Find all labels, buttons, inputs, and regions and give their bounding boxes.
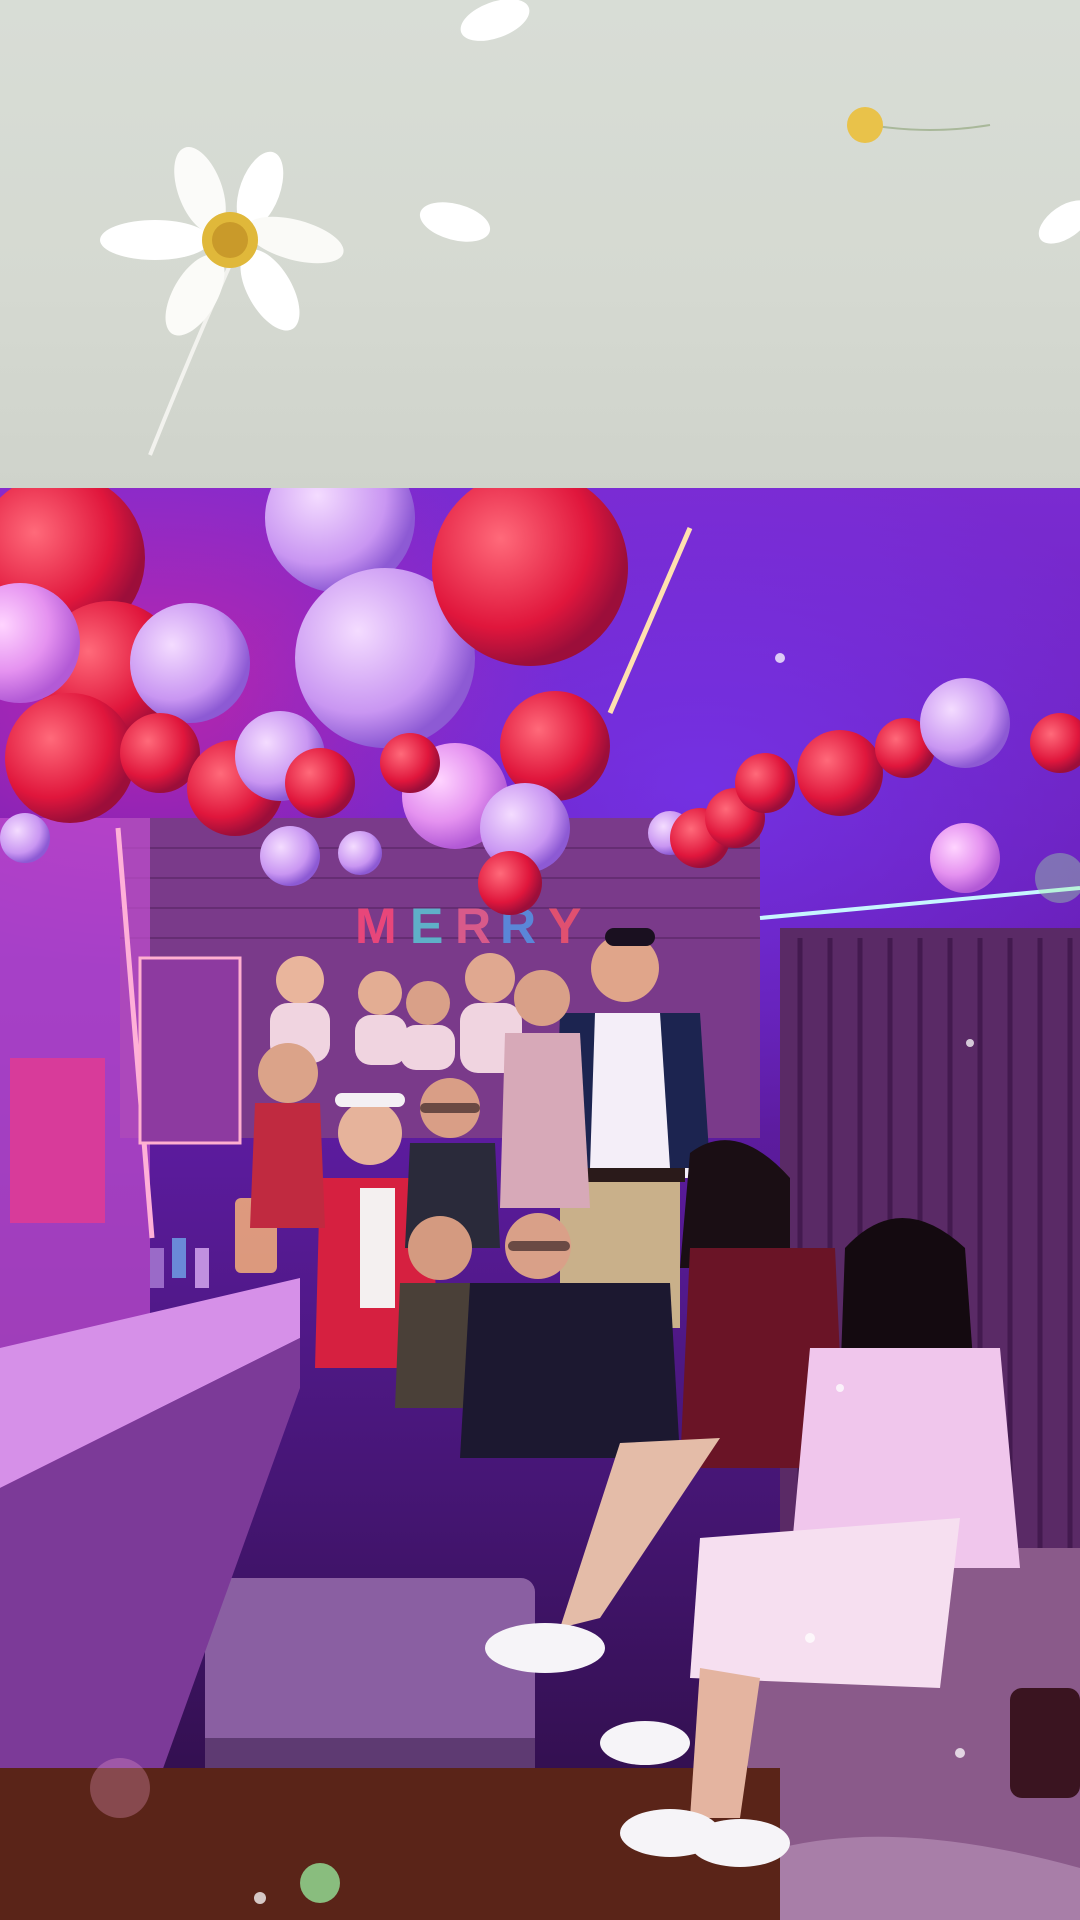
mirror <box>138 956 242 1145</box>
petal-icon <box>460 0 530 41</box>
wall-panel <box>10 1058 105 1223</box>
neon-line <box>759 886 1080 920</box>
daisy-flower-icon <box>100 147 344 456</box>
daisy-illustration <box>100 0 1080 456</box>
svg-text:E: E <box>410 898 443 954</box>
letter-balloons: M E R R Y <box>355 898 581 954</box>
person <box>250 1043 325 1228</box>
svg-text:R: R <box>455 898 491 954</box>
svg-text:Y: Y <box>548 898 581 954</box>
petal-icon <box>419 202 491 242</box>
party-photo: M E R R Y <box>0 488 1080 1920</box>
svg-text:M: M <box>355 898 397 954</box>
bag <box>1010 1688 1080 1798</box>
petal-icon <box>1038 200 1080 244</box>
bud-icon <box>847 107 991 143</box>
party-scene: M E R R Y <box>0 488 1080 1920</box>
floral-banner <box>0 0 1080 488</box>
